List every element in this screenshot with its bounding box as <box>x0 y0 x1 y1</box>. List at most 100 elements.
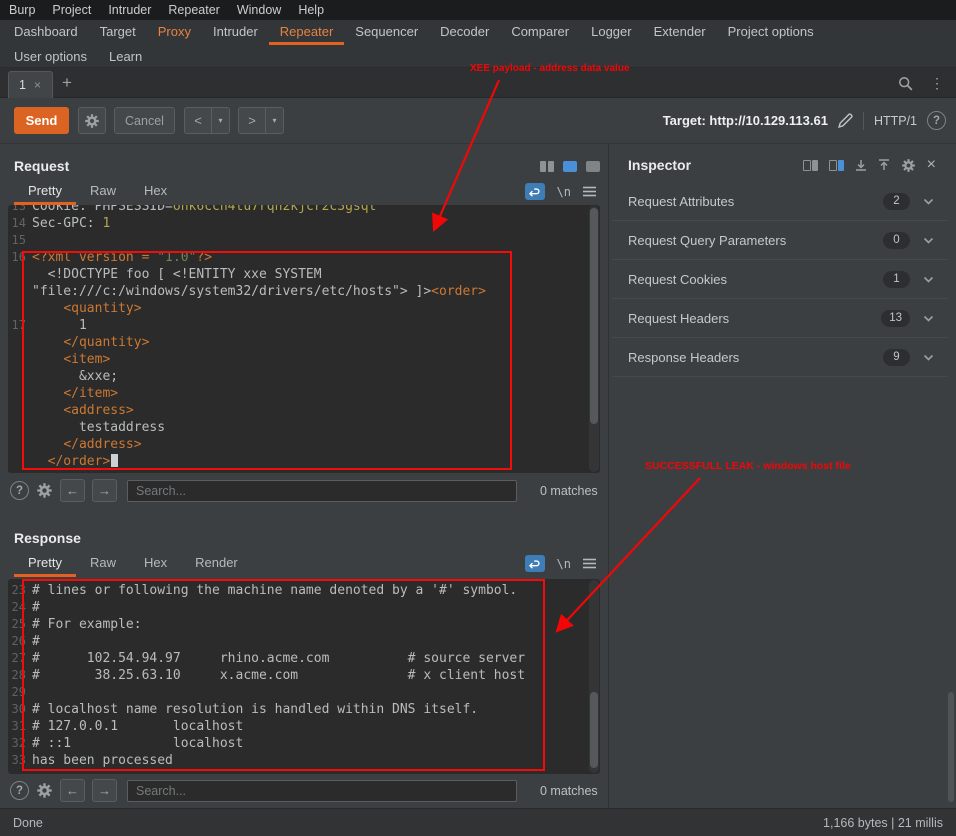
close-inspector-icon[interactable]: × <box>927 157 936 173</box>
menu-item-intruder[interactable]: Intruder <box>108 3 151 17</box>
target-url: http://10.129.113.61 <box>709 113 828 128</box>
repeater-tab-1[interactable]: 1 × <box>8 71 53 98</box>
request-editor[interactable]: 13Cookie: PHPSESSID=onk6cch4tu7rqn2kjcr2… <box>8 205 600 473</box>
tab-intruder[interactable]: Intruder <box>202 20 269 45</box>
request-tab-pretty[interactable]: Pretty <box>14 178 76 205</box>
chevron-down-icon[interactable] <box>923 315 934 322</box>
forward-dropdown-icon[interactable]: ▾ <box>266 108 283 133</box>
response-tab-render[interactable]: Render <box>181 550 252 577</box>
inspector-sections: Request Attributes2Request Query Paramet… <box>612 182 948 377</box>
search-settings-gear-icon[interactable] <box>36 482 53 499</box>
search-settings-gear-icon[interactable] <box>36 782 53 799</box>
word-wrap-icon[interactable] <box>525 183 545 200</box>
line-number: 28 <box>8 667 32 684</box>
response-tab-raw[interactable]: Raw <box>76 550 130 577</box>
code-text: </quantity> <box>32 334 149 351</box>
help-icon[interactable]: ? <box>927 111 946 130</box>
forward-arrow-icon[interactable]: > <box>239 108 266 133</box>
inspector-section-request-query-parameters[interactable]: Request Query Parameters0 <box>612 221 948 260</box>
response-scrollbar-thumb[interactable] <box>590 692 598 768</box>
tab-user-options[interactable]: User options <box>3 45 98 67</box>
chevron-down-icon[interactable] <box>923 237 934 244</box>
tab-target[interactable]: Target <box>89 20 147 45</box>
tab-decoder[interactable]: Decoder <box>429 20 500 45</box>
tab-extender[interactable]: Extender <box>643 20 717 45</box>
dock-right-icon[interactable] <box>829 160 844 171</box>
response-tab-pretty[interactable]: Pretty <box>14 550 76 577</box>
request-search-input[interactable] <box>127 480 517 502</box>
tab-dashboard[interactable]: Dashboard <box>3 20 89 45</box>
chevron-down-icon[interactable] <box>923 354 934 361</box>
back-arrow-icon[interactable]: < <box>185 108 212 133</box>
request-editor-content: 13Cookie: PHPSESSID=onk6cch4tu7rqn2kjcr2… <box>8 205 600 470</box>
menu-item-burp[interactable]: Burp <box>9 3 35 17</box>
request-tab-hex[interactable]: Hex <box>130 178 181 205</box>
send-button[interactable]: Send <box>14 107 69 134</box>
search-help-icon[interactable]: ? <box>10 481 29 500</box>
add-tab-button[interactable]: + <box>62 68 72 98</box>
edit-target-pencil-icon[interactable] <box>838 113 853 128</box>
menu-item-project[interactable]: Project <box>52 3 91 17</box>
chevron-down-icon[interactable] <box>923 198 934 205</box>
tab-sequencer[interactable]: Sequencer <box>344 20 429 45</box>
send-settings-gear-icon[interactable] <box>78 107 106 134</box>
code-text: # ::1 localhost <box>32 735 243 752</box>
request-scrollbar[interactable] <box>589 206 599 472</box>
editor-menu-icon[interactable] <box>583 186 596 197</box>
inspector-section-label: Request Headers <box>628 311 881 326</box>
expand-all-icon[interactable] <box>855 159 867 171</box>
search-prev-button[interactable]: ← <box>60 779 85 802</box>
code-line: </address> <box>8 436 600 453</box>
word-wrap-icon[interactable] <box>525 555 545 572</box>
request-tab-raw[interactable]: Raw <box>76 178 130 205</box>
history-back-button[interactable]: < ▾ <box>184 107 230 134</box>
inspector-section-request-headers[interactable]: Request Headers13 <box>612 299 948 338</box>
response-search-input[interactable] <box>127 780 517 802</box>
tab-logger[interactable]: Logger <box>580 20 642 45</box>
search-next-button[interactable]: → <box>92 779 117 802</box>
response-scrollbar[interactable] <box>589 580 599 773</box>
search-next-button[interactable]: → <box>92 479 117 502</box>
chevron-down-icon[interactable] <box>923 276 934 283</box>
menu-item-help[interactable]: Help <box>298 3 324 17</box>
dock-left-icon[interactable] <box>803 160 818 171</box>
request-scrollbar-thumb[interactable] <box>590 208 598 424</box>
layout-rows-icon[interactable] <box>563 161 577 172</box>
search-prev-button[interactable]: ← <box>60 479 85 502</box>
layout-columns-icon[interactable] <box>540 161 554 172</box>
inspector-settings-gear-icon[interactable] <box>901 158 916 173</box>
tab-learn[interactable]: Learn <box>98 45 153 67</box>
leak-annotation: SUCCESSFULL LEAK - windows host file <box>645 460 851 472</box>
close-tab-icon[interactable]: × <box>34 78 41 92</box>
count-badge: 9 <box>883 349 910 366</box>
tab-comparer[interactable]: Comparer <box>500 20 580 45</box>
tab-project-options[interactable]: Project options <box>717 20 825 45</box>
response-tab-hex[interactable]: Hex <box>130 550 181 577</box>
show-newlines-toggle[interactable]: \n <box>557 557 571 571</box>
inspector-section-response-headers[interactable]: Response Headers9 <box>612 338 948 377</box>
inspector-section-request-cookies[interactable]: Request Cookies1 <box>612 260 948 299</box>
history-forward-button[interactable]: > ▾ <box>238 107 284 134</box>
collapse-all-icon[interactable] <box>878 159 890 171</box>
kebab-menu-icon[interactable]: ⋮ <box>930 75 944 92</box>
inspector-section-request-attributes[interactable]: Request Attributes2 <box>612 182 948 221</box>
search-help-icon[interactable]: ? <box>10 781 29 800</box>
cancel-button[interactable]: Cancel <box>114 107 175 134</box>
http-version-selector[interactable]: HTTP/1 <box>874 114 917 128</box>
tab-repeater[interactable]: Repeater <box>269 20 344 45</box>
line-number: 17 <box>8 317 32 334</box>
line-number: 16 <box>8 249 32 266</box>
back-dropdown-icon[interactable]: ▾ <box>212 108 229 133</box>
menu-item-repeater[interactable]: Repeater <box>168 3 219 17</box>
editor-menu-icon[interactable] <box>583 558 596 569</box>
search-icon[interactable] <box>898 76 913 91</box>
line-number: 25 <box>8 616 32 633</box>
panel-splitter[interactable] <box>608 144 609 808</box>
status-bar: Done 1,166 bytes | 21 millis <box>0 808 956 836</box>
show-newlines-toggle[interactable]: \n <box>557 185 571 199</box>
window-scrollbar-thumb[interactable] <box>948 692 954 802</box>
tab-proxy[interactable]: Proxy <box>147 20 202 45</box>
menu-item-window[interactable]: Window <box>237 3 281 17</box>
layout-tabs-icon[interactable] <box>586 161 600 172</box>
response-editor[interactable]: 23# lines or following the machine name … <box>8 579 600 774</box>
